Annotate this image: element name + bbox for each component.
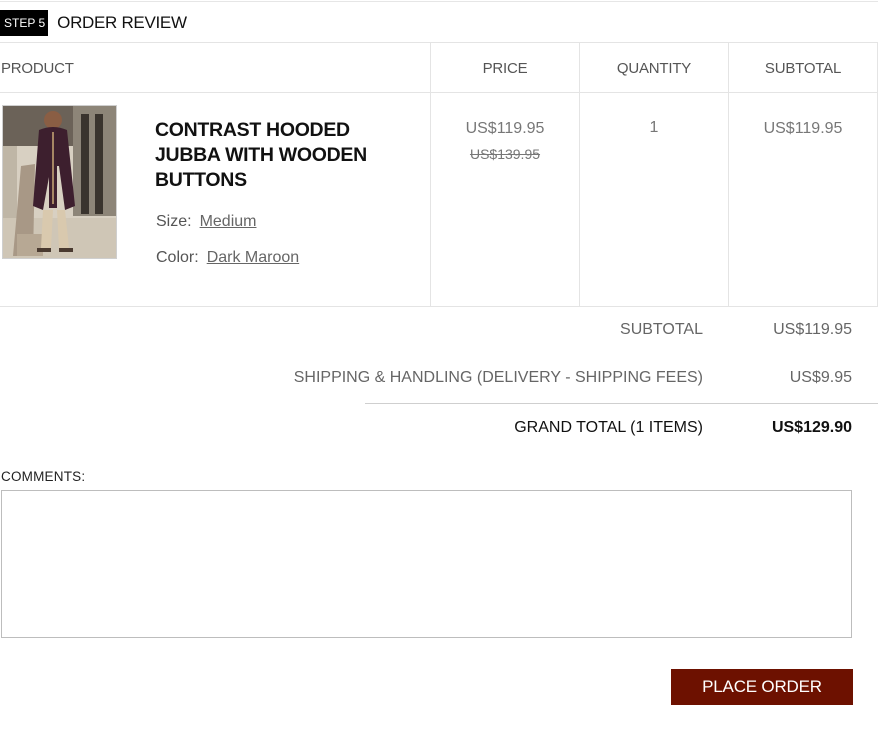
totals-subtotal-value: US$119.95 <box>773 321 852 338</box>
size-label: Size: <box>156 213 192 230</box>
column-header-product: PRODUCT <box>1 60 74 77</box>
product-color: Color: Dark Maroon <box>156 249 299 267</box>
table-top-border <box>0 42 878 43</box>
color-value-link[interactable]: Dark Maroon <box>207 249 299 266</box>
column-header-price: PRICE <box>482 60 528 77</box>
item-subtotal: US$119.95 <box>763 120 843 137</box>
column-divider-subtotal <box>728 43 729 306</box>
product-name[interactable]: CONTRAST HOODED JUBBA WITH WOODEN BUTTON… <box>155 118 415 193</box>
size-value-link[interactable]: Medium <box>200 213 257 230</box>
column-header-quantity: QUANTITY <box>616 60 692 77</box>
column-divider-price <box>430 43 431 306</box>
totals-grand-value: US$129.90 <box>771 419 852 436</box>
item-price: US$119.95 <box>465 120 545 137</box>
product-size: Size: Medium <box>156 213 256 231</box>
step-badge: STEP 5 <box>0 10 49 36</box>
header-bottom-border <box>0 92 878 93</box>
column-divider-quantity <box>579 43 580 306</box>
top-divider <box>0 1 878 2</box>
totals-shipping-label: SHIPPING & HANDLING (DELIVERY - SHIPPING… <box>293 369 703 386</box>
order-review-section: STEP 5 ORDER REVIEW PRODUCT PRICE QUANTI… <box>0 0 878 729</box>
step-title: ORDER REVIEW <box>57 13 187 32</box>
color-label: Color: <box>156 249 199 266</box>
totals-subtotal-label: SUBTOTAL <box>620 321 703 338</box>
totals-shipping-value: US$9.95 <box>789 369 852 386</box>
column-header-subtotal: SUBTOTAL <box>764 60 842 77</box>
totals-divider <box>365 403 878 404</box>
product-photo-illustration <box>3 106 116 258</box>
table-right-border <box>877 43 878 306</box>
row-bottom-border <box>0 306 878 307</box>
comments-label: COMMENTS: <box>1 469 86 484</box>
product-image[interactable] <box>2 105 117 259</box>
step-header: STEP 5 ORDER REVIEW <box>0 10 187 36</box>
item-quantity: 1 <box>649 119 659 136</box>
comments-textarea[interactable] <box>1 490 852 638</box>
place-order-button[interactable]: PLACE ORDER <box>671 669 853 705</box>
item-original-price: US$139.95 <box>469 146 541 162</box>
totals-grand-label: GRAND TOTAL (1 ITEMS) <box>514 419 703 436</box>
